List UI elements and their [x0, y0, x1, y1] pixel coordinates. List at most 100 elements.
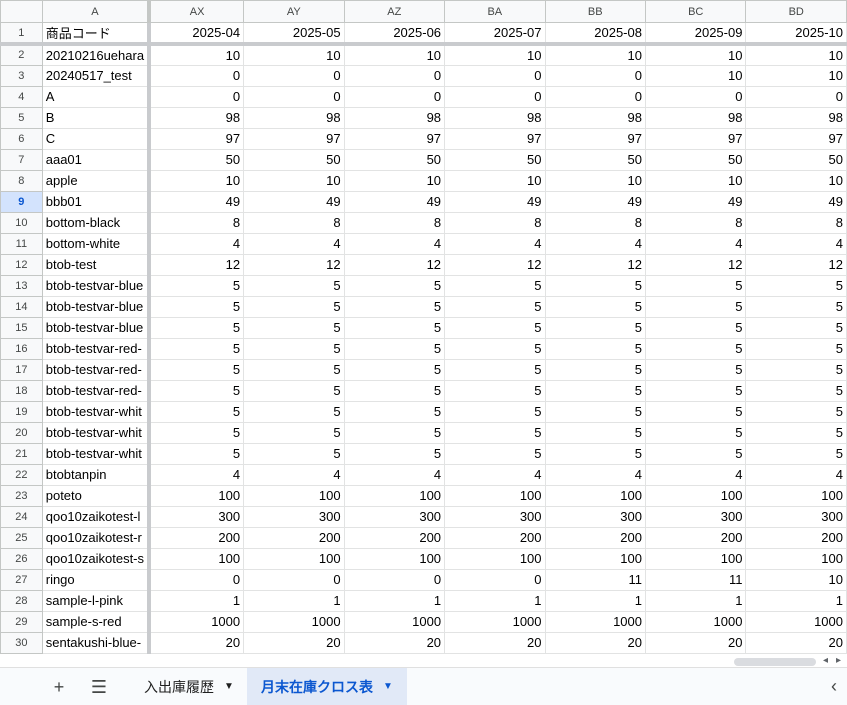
product-code-cell[interactable]: sample-l-pink	[41, 589, 152, 612]
stock-value-cell[interactable]: 100	[148, 484, 245, 507]
column-header-az[interactable]: AZ	[343, 0, 446, 23]
stock-value-cell[interactable]: 50	[644, 148, 747, 171]
stock-value-cell[interactable]: 12	[544, 253, 646, 276]
stock-value-cell[interactable]: 5	[745, 379, 847, 402]
stock-value-cell[interactable]: 5	[148, 421, 245, 444]
stock-value-cell[interactable]: 8	[343, 211, 446, 234]
stock-value-cell[interactable]: 5	[544, 274, 646, 297]
row-header[interactable]: 23	[0, 484, 43, 507]
scrollbar-thumb[interactable]	[734, 658, 816, 666]
stock-value-cell[interactable]: 300	[148, 505, 245, 528]
stock-value-cell[interactable]: 0	[644, 85, 747, 108]
stock-value-cell[interactable]: 0	[243, 64, 345, 87]
stock-value-cell[interactable]: 50	[148, 148, 245, 171]
all-sheets-button[interactable]: ☰	[87, 675, 111, 699]
stock-value-cell[interactable]: 5	[243, 421, 345, 444]
stock-value-cell[interactable]: 5	[644, 442, 747, 465]
stock-value-cell[interactable]: 97	[644, 127, 747, 150]
stock-value-cell[interactable]: 8	[745, 211, 847, 234]
header-cell-month[interactable]: 2025-10	[745, 22, 847, 46]
stock-value-cell[interactable]: 0	[444, 568, 546, 591]
stock-value-cell[interactable]: 10	[148, 43, 245, 66]
stock-value-cell[interactable]: 49	[148, 190, 245, 213]
stock-value-cell[interactable]: 97	[745, 127, 847, 150]
stock-value-cell[interactable]: 0	[243, 85, 345, 108]
row-header[interactable]: 9	[0, 190, 43, 213]
row-header[interactable]: 24	[0, 505, 43, 528]
stock-value-cell[interactable]: 100	[444, 547, 546, 570]
column-header-bd[interactable]: BD	[745, 0, 847, 23]
stock-value-cell[interactable]: 1000	[243, 610, 345, 633]
stock-value-cell[interactable]: 1	[644, 589, 747, 612]
stock-value-cell[interactable]: 97	[444, 127, 546, 150]
stock-value-cell[interactable]: 0	[148, 64, 245, 87]
stock-value-cell[interactable]: 100	[444, 484, 546, 507]
stock-value-cell[interactable]: 5	[644, 421, 747, 444]
stock-value-cell[interactable]: 10	[644, 169, 747, 192]
row-header[interactable]: 13	[0, 274, 43, 297]
stock-value-cell[interactable]: 20	[243, 631, 345, 654]
stock-value-cell[interactable]: 20	[343, 631, 446, 654]
stock-value-cell[interactable]: 4	[544, 463, 646, 486]
header-cell-code[interactable]: 商品コード	[41, 22, 152, 46]
stock-value-cell[interactable]: 5	[444, 400, 546, 423]
stock-value-cell[interactable]: 5	[544, 400, 646, 423]
stock-value-cell[interactable]: 5	[745, 316, 847, 339]
stock-value-cell[interactable]: 0	[343, 64, 446, 87]
product-code-cell[interactable]: btob-testvar-whit	[41, 400, 152, 423]
stock-value-cell[interactable]: 5	[544, 358, 646, 381]
row-header[interactable]: 8	[0, 169, 43, 192]
stock-value-cell[interactable]: 100	[745, 484, 847, 507]
stock-value-cell[interactable]: 5	[544, 421, 646, 444]
stock-value-cell[interactable]: 12	[444, 253, 546, 276]
row-header[interactable]: 20	[0, 421, 43, 444]
stock-value-cell[interactable]: 5	[444, 379, 546, 402]
row-header[interactable]: 14	[0, 295, 43, 318]
stock-value-cell[interactable]: 5	[148, 295, 245, 318]
column-header-ay[interactable]: AY	[243, 0, 345, 23]
stock-value-cell[interactable]: 1	[148, 589, 245, 612]
stock-value-cell[interactable]: 97	[243, 127, 345, 150]
row-header[interactable]: 26	[0, 547, 43, 570]
stock-value-cell[interactable]: 20	[745, 631, 847, 654]
stock-value-cell[interactable]: 10	[444, 169, 546, 192]
stock-value-cell[interactable]: 300	[745, 505, 847, 528]
row-header[interactable]: 10	[0, 211, 43, 234]
product-code-cell[interactable]: qoo10zaikotest-r	[41, 526, 152, 549]
stock-value-cell[interactable]: 5	[243, 337, 345, 360]
row-header[interactable]: 25	[0, 526, 43, 549]
stock-value-cell[interactable]: 4	[343, 232, 446, 255]
spreadsheet-grid[interactable]: A AX AY AZ BA BB BC BD 1 商品コード 2025-04 2025-05 2025-…	[0, 0, 847, 657]
stock-value-cell[interactable]: 5	[644, 316, 747, 339]
stock-value-cell[interactable]: 5	[544, 337, 646, 360]
stock-value-cell[interactable]: 5	[243, 442, 345, 465]
stock-value-cell[interactable]: 49	[444, 190, 546, 213]
product-code-cell[interactable]: btob-testvar-whit	[41, 442, 152, 465]
product-code-cell[interactable]: apple	[41, 169, 152, 192]
stock-value-cell[interactable]: 11	[544, 568, 646, 591]
stock-value-cell[interactable]: 4	[243, 232, 345, 255]
stock-value-cell[interactable]: 1000	[148, 610, 245, 633]
stock-value-cell[interactable]: 10	[343, 169, 446, 192]
stock-value-cell[interactable]: 97	[148, 127, 245, 150]
tab-getsumatsu-zaiko[interactable]: 月末在庫クロス表 ▼	[247, 668, 407, 705]
row-header[interactable]: 21	[0, 442, 43, 465]
stock-value-cell[interactable]: 10	[745, 568, 847, 591]
stock-value-cell[interactable]: 0	[148, 568, 245, 591]
stock-value-cell[interactable]: 200	[243, 526, 345, 549]
stock-value-cell[interactable]: 5	[644, 400, 747, 423]
stock-value-cell[interactable]: 49	[644, 190, 747, 213]
stock-value-cell[interactable]: 10	[544, 169, 646, 192]
stock-value-cell[interactable]: 5	[343, 442, 446, 465]
stock-value-cell[interactable]: 5	[243, 316, 345, 339]
stock-value-cell[interactable]: 1	[444, 589, 546, 612]
tab-nyushukko-rireki[interactable]: 入出庫履歴 ▼	[130, 668, 248, 705]
stock-value-cell[interactable]: 4	[243, 463, 345, 486]
stock-value-cell[interactable]: 4	[444, 463, 546, 486]
stock-value-cell[interactable]: 0	[343, 568, 446, 591]
stock-value-cell[interactable]: 5	[644, 274, 747, 297]
stock-value-cell[interactable]: 5	[343, 400, 446, 423]
stock-value-cell[interactable]: 98	[343, 106, 446, 129]
stock-value-cell[interactable]: 5	[243, 358, 345, 381]
stock-value-cell[interactable]: 49	[243, 190, 345, 213]
